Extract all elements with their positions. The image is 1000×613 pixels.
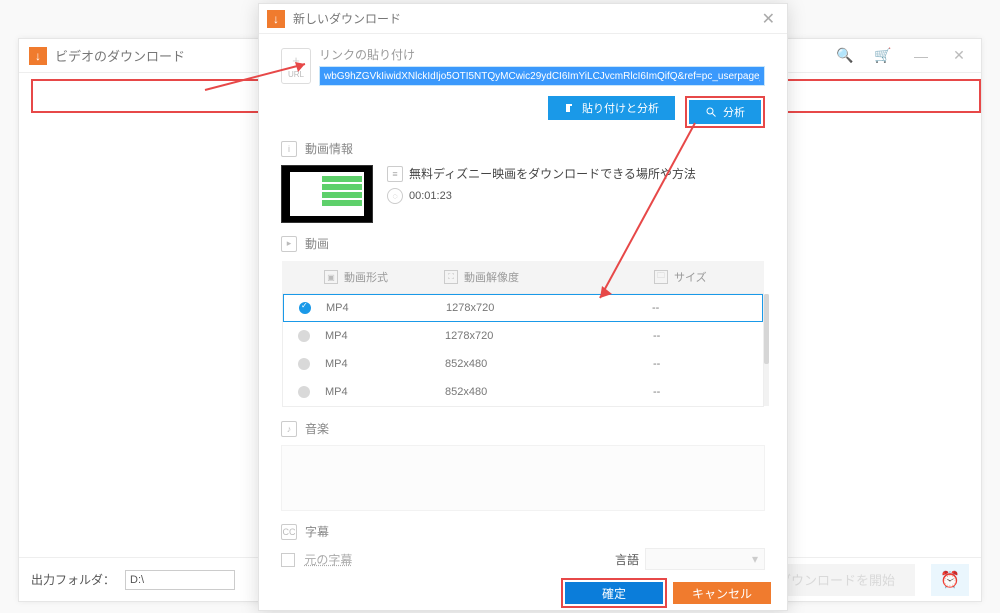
video-icon: ▸ [281,236,297,252]
cancel-label: キャンセル [692,585,752,602]
subtitle-section-label: 字幕 [305,523,329,540]
ok-button[interactable]: 確定 [565,582,663,604]
radio-icon[interactable] [298,330,310,342]
cell-resolution: 1278x720 [445,330,653,342]
video-duration: 00:01:23 [409,190,452,202]
radio-icon[interactable] [298,358,310,370]
cell-resolution: 1278x720 [446,302,652,314]
original-subtitle-option[interactable]: 元の字幕 [281,551,352,568]
header-resolution: 動画解像度 [464,269,519,285]
radio-icon[interactable] [299,302,311,314]
start-download-label: ダウンロードを開始 [778,570,895,589]
cell-size: -- [653,330,763,342]
cell-format: MP4 [325,386,445,398]
schedule-icon[interactable]: ⏰ [931,564,969,596]
format-table-body: MP41278x720--MP41278x720--MP4852x480--MP… [282,293,764,407]
cell-resolution: 852x480 [445,386,653,398]
language-combo[interactable]: ▾ [645,548,765,570]
subtitle-section: CC 字幕 元の字幕 言語 ▾ [281,523,765,570]
cart-icon[interactable]: 🛒 [871,44,895,68]
info-icon: i [281,141,297,157]
radio-icon[interactable] [298,386,310,398]
minimize-icon[interactable]: — [909,44,933,68]
analyze-label: 分析 [723,104,745,120]
audio-section: ♪ 音楽 [281,420,765,511]
search-icon[interactable]: 🔍 [833,44,857,68]
output-folder-input[interactable] [125,570,235,590]
window-controls: 🔍 🛒 — ✕ [833,44,971,68]
table-row[interactable]: MP41278x720-- [283,294,763,322]
ok-highlight: 確定 [561,578,667,608]
dialog-titlebar: 新しいダウンロード ✕ [259,4,787,34]
cell-resolution: 852x480 [445,358,653,370]
video-info-label: 動画情報 [305,140,353,157]
document-icon: ≡ [387,166,403,182]
ok-label: 確定 [602,585,626,602]
app-logo-icon [29,47,47,65]
url-icon: URL [281,48,311,84]
new-download-dialog: 新しいダウンロード ✕ URL リンクの貼り付け 貼り付けと分析 分析 [258,3,788,611]
size-icon: 🗀 [654,270,668,284]
music-icon: ♪ [281,421,297,437]
dialog-title: 新しいダウンロード [293,10,401,27]
original-subtitle-label: 元の字幕 [304,553,352,567]
cell-size: -- [652,302,762,314]
cell-format: MP4 [326,302,446,314]
cell-format: MP4 [325,330,445,342]
analyze-button-row: 貼り付けと分析 分析 [281,96,765,128]
table-row[interactable]: MP41278x720-- [283,322,763,350]
dialog-footer: 確定 キャンセル [259,576,787,610]
cell-size: -- [653,386,763,398]
video-section-label: 動画 [305,235,329,252]
app-logo-icon [267,10,285,28]
video-title: 無料ディズニー映画をダウンロードできる場所や方法 [409,165,696,182]
url-field-row: URL リンクの貼り付け [281,46,765,86]
scrollbar-thumb[interactable] [764,294,769,364]
language-label: 言語 [615,551,639,568]
cell-format: MP4 [325,358,445,370]
output-folder-label: 出力フォルダ： [31,571,115,588]
cc-icon: CC [281,524,297,540]
video-info-section: i 動画情報 ≡ 無料ディズニー映画をダウンロードできる場所や方法 ◌ 00:0… [281,140,765,223]
resolution-icon: ⛶ [444,270,458,284]
scrollbar[interactable] [764,294,769,406]
analyze-button[interactable]: 分析 [689,100,761,124]
video-format-section: ▸ 動画 ▣動画形式 ⛶動画解像度 🗀サイズ MP41278x720--MP41… [281,235,765,408]
checkbox-icon[interactable] [281,553,295,567]
paste-link-label: リンクの貼り付け [319,46,765,63]
table-row[interactable]: MP4852x480-- [283,378,763,406]
main-title: ビデオのダウンロード [55,46,185,65]
paste-analyze-label: 貼り付けと分析 [582,100,659,116]
dialog-body: URL リンクの貼り付け 貼り付けと分析 分析 i 動画情報 [259,34,787,576]
close-icon[interactable]: ✕ [947,44,971,68]
clock-icon: ◌ [387,188,403,204]
dialog-close-icon[interactable]: ✕ [758,9,779,29]
paste-and-analyze-button[interactable]: 貼り付けと分析 [548,96,675,120]
header-format: 動画形式 [344,269,388,285]
video-thumbnail [281,165,373,223]
audio-section-label: 音楽 [305,420,329,437]
table-row[interactable]: MP4852x480-- [283,350,763,378]
cancel-button[interactable]: キャンセル [673,582,771,604]
url-input[interactable] [319,66,765,86]
analyze-highlight: 分析 [685,96,765,128]
format-icon: ▣ [324,270,338,284]
audio-table-empty [281,445,765,511]
header-size: サイズ [674,269,707,285]
format-table-header: ▣ 動画形式 ⛶ 動画解像度 🗀 サイズ [282,261,764,293]
cell-size: -- [653,358,763,370]
